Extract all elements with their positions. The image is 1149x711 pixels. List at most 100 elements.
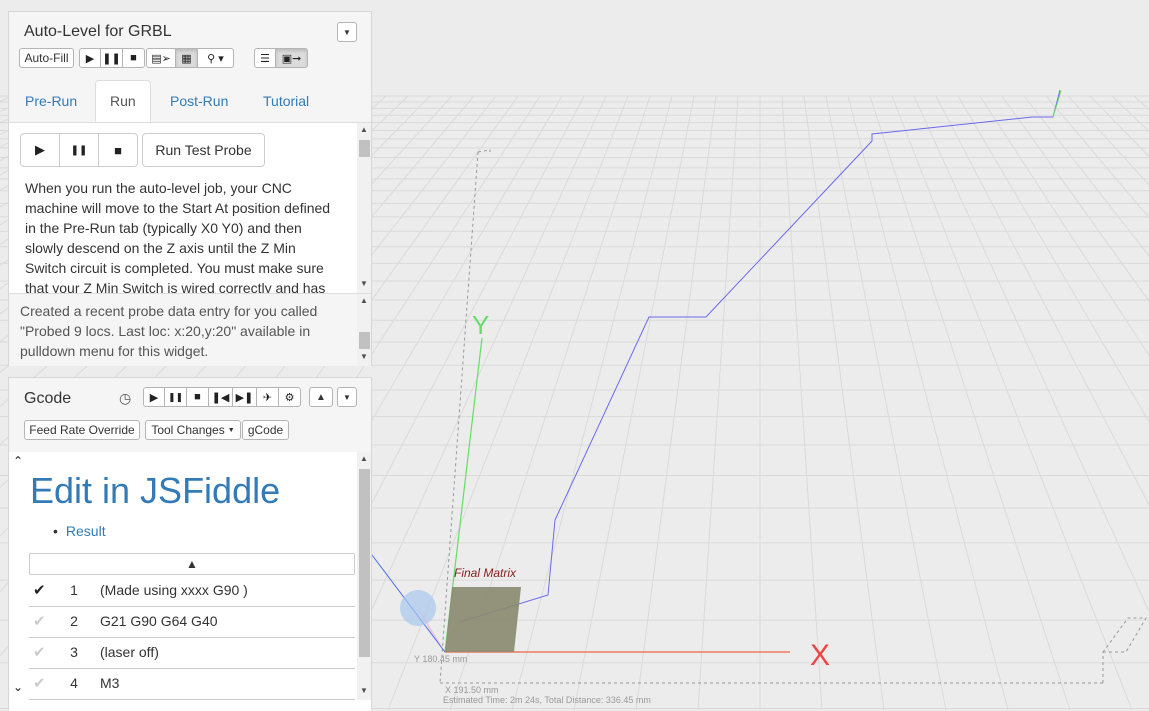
- estimate-label: Estimated Time: 2m 24s, Total Distance: …: [443, 695, 651, 705]
- gcode-transport: ▶ ❚❚ ■ ❚◀ ▶❚ ✈ ⚙: [143, 387, 301, 407]
- play-icon: ▶: [85, 52, 95, 65]
- pause-button[interactable]: ❚❚: [101, 48, 123, 68]
- status-message: Created a recent probe data entry for yo…: [20, 303, 318, 359]
- autolevel-title: Auto-Level for GRBL: [24, 23, 172, 40]
- chevron-up-icon: ▲: [186, 557, 198, 571]
- align-lines-icon: ☰: [260, 52, 270, 65]
- final-matrix-label: Final Matrix: [454, 566, 517, 580]
- feed-rate-override-button[interactable]: Feed Rate Override: [24, 420, 140, 440]
- result-list: • Result: [53, 523, 106, 539]
- scroll-down-arrow[interactable]: ▼: [357, 686, 371, 695]
- autolevel-menu-button[interactable]: ▼: [337, 22, 357, 42]
- play-icon: ▶: [149, 391, 159, 404]
- gcode-panel: Gcode ◷ ▶ ❚❚ ■ ❚◀ ▶❚ ✈ ⚙ ▲ ▼ Feed Rate O…: [8, 377, 372, 711]
- step-back-button[interactable]: ❚◀: [209, 387, 233, 407]
- gcode-pause-button[interactable]: ❚❚: [165, 387, 187, 407]
- gcode-line[interactable]: ✔ 3 (laser off): [29, 637, 355, 669]
- run-scrollbar[interactable]: ▲ ▼: [357, 123, 371, 293]
- collapse-button[interactable]: ▲: [309, 387, 333, 407]
- zoom-dropdown-button[interactable]: ⚲ ▾: [198, 48, 234, 68]
- line-code: (Made using xxxx G90 ): [100, 582, 248, 598]
- stop-icon: ■: [194, 391, 201, 403]
- gcode-scroll-up-button[interactable]: ▲: [29, 553, 355, 575]
- pause-icon: ❚❚: [167, 391, 184, 402]
- scroll-down-arrow[interactable]: ▼: [357, 279, 371, 288]
- list-pin-button[interactable]: ▤➢: [146, 48, 176, 68]
- tab-tutorial[interactable]: Tutorial: [249, 80, 323, 122]
- gcode-button[interactable]: gCode: [242, 420, 289, 440]
- gcode-line[interactable]: ✔ 4 M3: [29, 668, 355, 700]
- gcode-line[interactable]: ✔ 2 G21 G90 G64 G40: [29, 606, 355, 638]
- check-icon: ✔: [33, 613, 46, 630]
- tool-changes-label: Tool Changes: [151, 423, 225, 437]
- gcode-play-button[interactable]: ▶: [143, 387, 165, 407]
- check-icon: ✔: [33, 582, 46, 599]
- scroll-thumb[interactable]: [359, 469, 370, 657]
- tab-run[interactable]: Run: [95, 80, 151, 122]
- line-code: G21 G90 G64 G40: [100, 613, 218, 629]
- tab-pre-run[interactable]: Pre-Run: [11, 80, 91, 122]
- caret-down-icon: ▼: [227, 426, 235, 434]
- run-test-probe-button[interactable]: Run Test Probe: [142, 133, 265, 167]
- grid-icon: ▦: [181, 52, 192, 65]
- jsfiddle-heading[interactable]: Edit in JSFiddle: [30, 470, 280, 512]
- gear-icon: ⚙: [284, 391, 295, 404]
- line-number: 4: [70, 675, 78, 691]
- list-pin-icon: ▤➢: [151, 52, 171, 65]
- autolevel-header: Auto-Level for GRBL ▼ Auto-Fill ▶ ❚❚ ■ ▤…: [9, 12, 371, 81]
- play-icon: ▶: [35, 142, 45, 157]
- scroll-thumb[interactable]: [359, 140, 370, 157]
- step-forward-button[interactable]: ▶❚: [233, 387, 257, 407]
- scroll-up-arrow[interactable]: ▲: [357, 296, 371, 305]
- gcode-content: ⌃ Edit in JSFiddle • Result ▲ ✔ 1 (Made u…: [9, 452, 371, 711]
- align-button[interactable]: ☰: [254, 48, 276, 68]
- pause-icon: ❚❚: [102, 52, 121, 65]
- scroll-down-arrow[interactable]: ▼: [357, 352, 371, 361]
- tool-changes-button[interactable]: Tool Changes ▼: [145, 420, 241, 440]
- status-scrollbar[interactable]: ▲ ▼: [357, 294, 371, 366]
- line-number: 2: [70, 613, 78, 629]
- stop-icon: ■: [130, 52, 137, 64]
- status-area: Created a recent probe data entry for yo…: [9, 293, 371, 366]
- y-dimension-label: Y 180.45 mm: [414, 654, 467, 664]
- run-pause-button[interactable]: ❚❚: [59, 133, 99, 167]
- final-matrix-surface: [445, 587, 521, 652]
- result-link[interactable]: Result: [66, 523, 106, 539]
- play-button[interactable]: ▶: [79, 48, 101, 68]
- chevron-up-icon[interactable]: ⌃: [13, 454, 23, 468]
- gcode-stop-button[interactable]: ■: [187, 387, 209, 407]
- autolevel-view-tools: ▤➢ ▦ ⚲ ▾: [146, 48, 234, 68]
- plane-icon: ✈: [262, 391, 273, 404]
- chevron-up-icon: ▲: [316, 391, 326, 403]
- tab-post-run[interactable]: Post-Run: [156, 80, 242, 122]
- step-backward-icon: ❚◀: [211, 391, 230, 404]
- stop-icon: ■: [114, 142, 122, 158]
- export-button[interactable]: ▣➞: [276, 48, 308, 68]
- run-play-button[interactable]: ▶: [20, 133, 60, 167]
- line-code: M3: [100, 675, 120, 691]
- autolevel-transport: ▶ ❚❚ ■: [79, 48, 145, 68]
- pause-icon: ❚❚: [70, 144, 88, 156]
- line-number: 3: [70, 644, 78, 660]
- settings-button[interactable]: ⚙: [279, 387, 301, 407]
- step-forward-icon: ▶❚: [235, 391, 254, 404]
- autofill-button[interactable]: Auto-Fill: [19, 48, 74, 68]
- stop-button[interactable]: ■: [123, 48, 145, 68]
- x-axis-label: X: [810, 639, 830, 672]
- scroll-thumb[interactable]: [359, 332, 370, 349]
- scroll-up-arrow[interactable]: ▲: [357, 454, 371, 463]
- bullet-icon: •: [53, 523, 58, 539]
- caret-down-icon: ▼: [343, 392, 351, 402]
- line-number: 1: [70, 582, 78, 598]
- gcode-header: Gcode ◷ ▶ ❚❚ ■ ❚◀ ▶❚ ✈ ⚙ ▲ ▼ Feed Rate O…: [9, 378, 371, 453]
- chevron-down-icon[interactable]: ⌄: [13, 680, 23, 694]
- gcode-line[interactable]: ✔ 1 (Made using xxxx G90 ): [29, 575, 355, 607]
- gcode-menu-button[interactable]: ▼: [337, 387, 357, 407]
- gcode-scrollbar[interactable]: ▲ ▼: [357, 452, 371, 700]
- check-icon: ✔: [33, 675, 46, 692]
- scroll-up-arrow[interactable]: ▲: [357, 125, 371, 134]
- run-stop-button[interactable]: ■: [98, 133, 138, 167]
- x-dimension-label: X 191.50 mm: [445, 685, 499, 695]
- grid-view-button[interactable]: ▦: [176, 48, 198, 68]
- plane-button[interactable]: ✈: [257, 387, 279, 407]
